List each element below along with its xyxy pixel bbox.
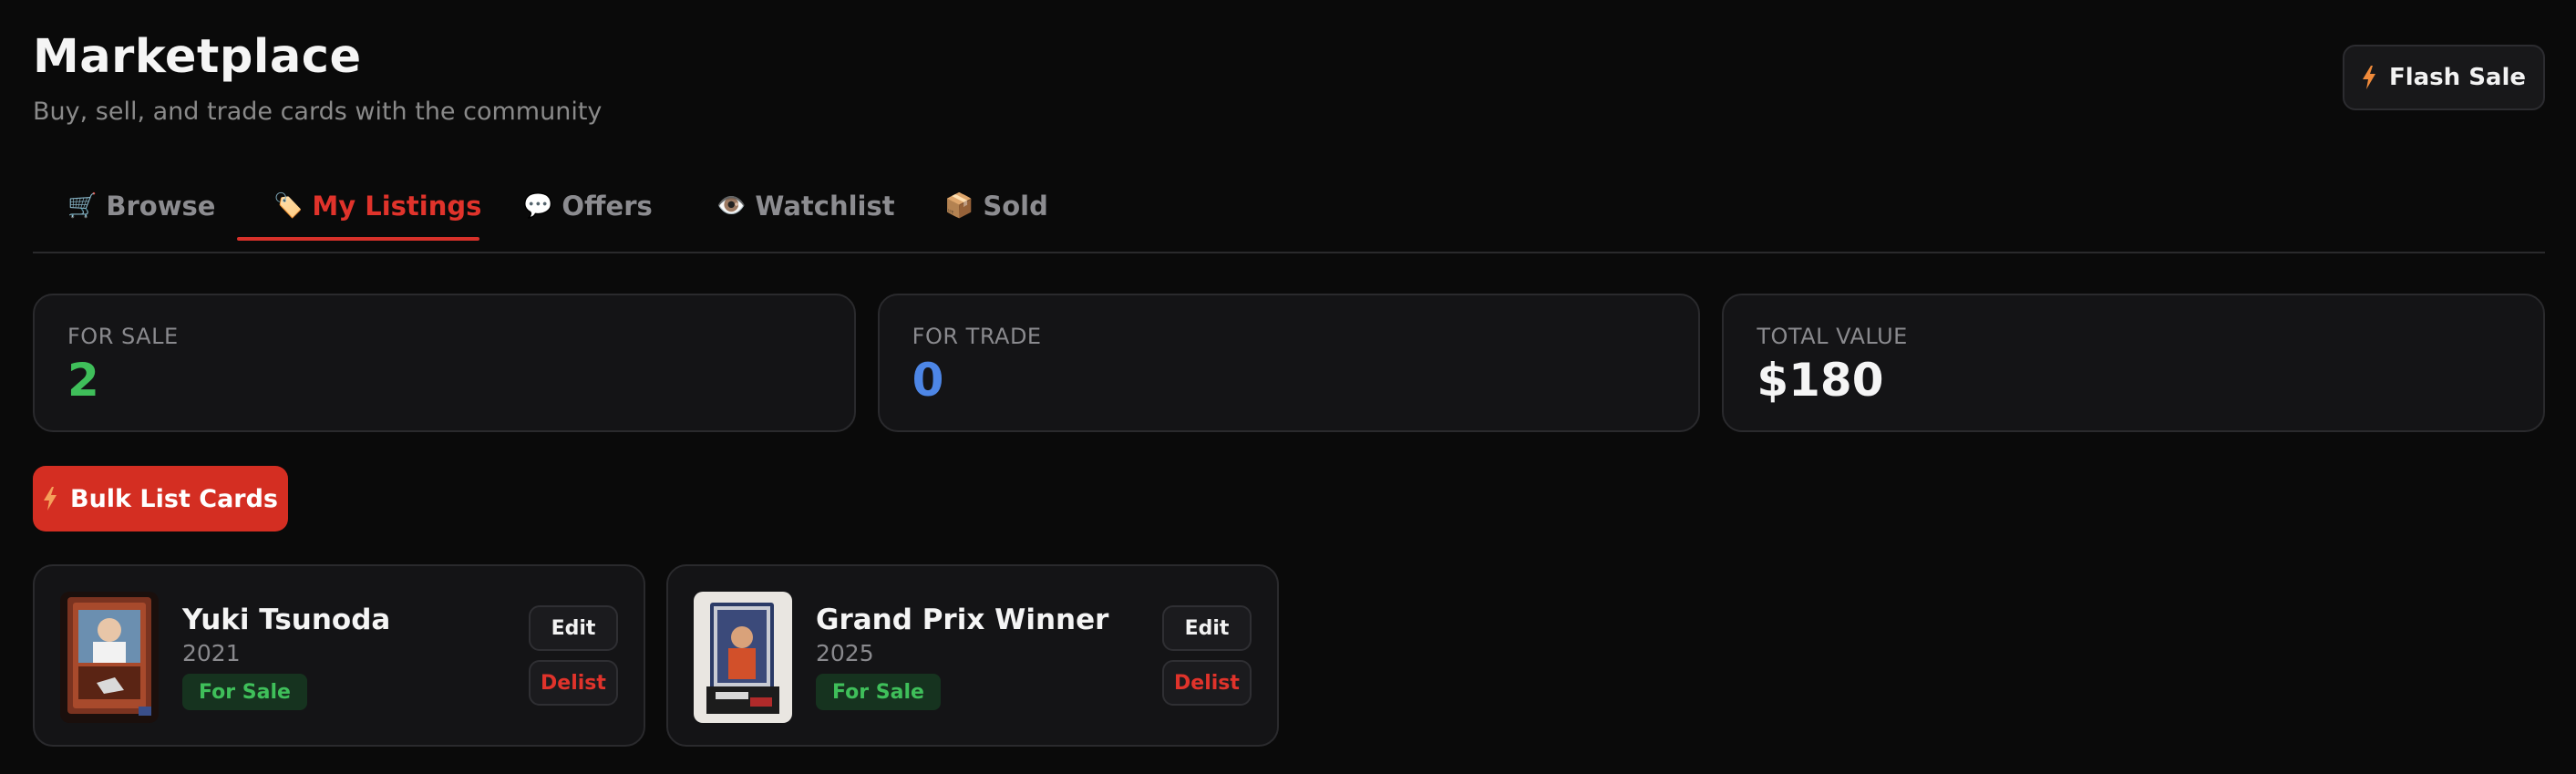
card-name: Grand Prix Winner bbox=[816, 604, 1109, 636]
delist-button[interactable]: Delist bbox=[529, 660, 618, 706]
tab-offers[interactable]: 💬 Offers bbox=[523, 170, 653, 243]
edit-button[interactable]: Edit bbox=[1162, 605, 1252, 651]
lightning-icon bbox=[44, 487, 57, 511]
card-thumbnail bbox=[694, 592, 792, 723]
card-year: 2021 bbox=[182, 640, 241, 666]
stat-label: FOR SALE bbox=[67, 324, 179, 349]
flash-sale-button[interactable]: Flash Sale bbox=[2343, 45, 2545, 110]
page-subtitle: Buy, sell, and trade cards with the comm… bbox=[33, 98, 603, 126]
tab-label: Watchlist bbox=[755, 191, 895, 222]
lightning-icon bbox=[2362, 66, 2375, 89]
card-year: 2025 bbox=[816, 640, 874, 666]
active-tab-indicator bbox=[237, 237, 479, 241]
delist-button[interactable]: Delist bbox=[1162, 660, 1252, 706]
speech-bubble-icon: 💬 bbox=[523, 192, 553, 220]
tab-label: Sold bbox=[983, 191, 1048, 222]
marketplace-tabs: 🛒 Browse 🏷️ My Listings 💬 Offers 👁️ Watc… bbox=[33, 170, 2545, 253]
flash-sale-label: Flash Sale bbox=[2388, 64, 2527, 91]
tab-label: Browse bbox=[106, 191, 216, 222]
stats-row: FOR SALE 2 FOR TRADE 0 TOTAL VALUE $180 bbox=[33, 294, 2546, 432]
stat-total-value: TOTAL VALUE $180 bbox=[1722, 294, 2546, 432]
tab-label: My Listings bbox=[312, 191, 482, 222]
package-icon: 📦 bbox=[944, 192, 974, 220]
card-name: Yuki Tsunoda bbox=[182, 604, 391, 636]
tab-browse[interactable]: 🛒 Browse bbox=[67, 170, 215, 243]
edit-button[interactable]: Edit bbox=[529, 605, 618, 651]
cart-icon: 🛒 bbox=[67, 192, 98, 220]
card-thumbnail bbox=[60, 592, 159, 723]
eye-icon: 👁️ bbox=[716, 192, 747, 220]
stat-value: $180 bbox=[1757, 354, 1884, 407]
stat-for-trade: FOR TRADE 0 bbox=[877, 294, 1701, 432]
stat-value: 2 bbox=[67, 354, 99, 407]
tab-my-listings[interactable]: 🏷️ My Listings bbox=[273, 170, 481, 243]
bulk-list-label: Bulk List Cards bbox=[70, 484, 278, 513]
tab-watchlist[interactable]: 👁️ Watchlist bbox=[716, 170, 895, 243]
page-header: Marketplace Buy, sell, and trade cards w… bbox=[33, 27, 602, 128]
marketplace-page: Marketplace Buy, sell, and trade cards w… bbox=[0, 0, 2576, 774]
status-badge: For Sale bbox=[182, 674, 307, 710]
tag-icon: 🏷️ bbox=[273, 192, 304, 220]
status-badge: For Sale bbox=[816, 674, 941, 710]
stat-label: TOTAL VALUE bbox=[1757, 324, 1908, 349]
tab-label: Offers bbox=[562, 191, 653, 222]
stat-label: FOR TRADE bbox=[912, 324, 1042, 349]
page-title: Marketplace bbox=[33, 30, 362, 84]
tab-sold[interactable]: 📦 Sold bbox=[944, 170, 1048, 243]
listing-card[interactable]: Grand Prix Winner 2025 For Sale Edit Del… bbox=[666, 564, 1279, 747]
stat-for-sale: FOR SALE 2 bbox=[33, 294, 856, 432]
listing-card[interactable]: Yuki Tsunoda 2021 For Sale Edit Delist bbox=[33, 564, 645, 747]
bulk-list-cards-button[interactable]: Bulk List Cards bbox=[33, 466, 288, 531]
stat-value: 0 bbox=[912, 354, 944, 407]
